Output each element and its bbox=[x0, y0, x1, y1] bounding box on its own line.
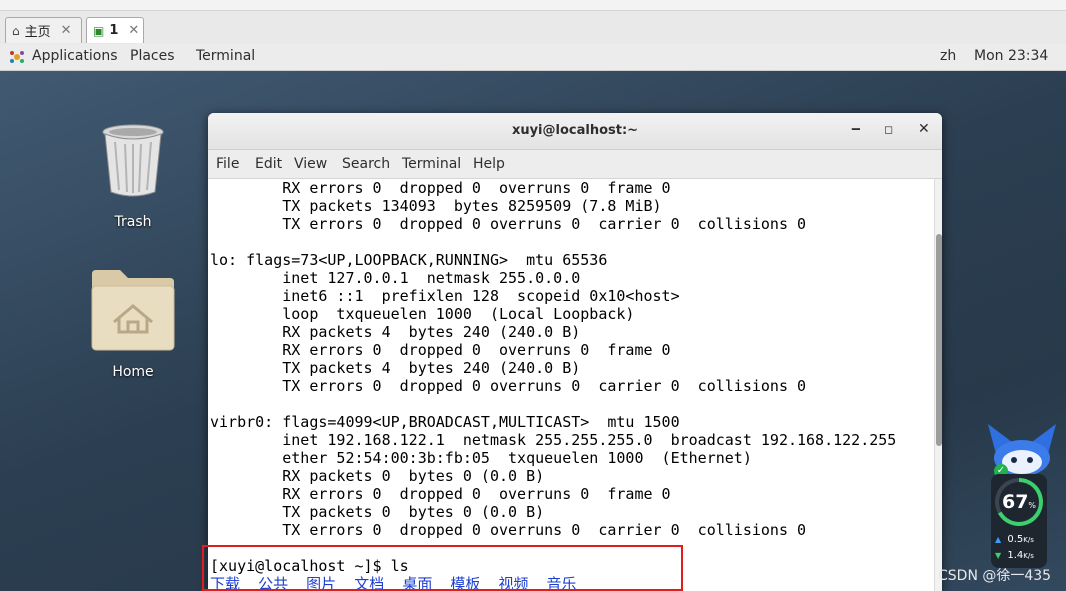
system-monitor-widget[interactable]: ✓ 67% ▲ 0.5K/s ▼ 1.4K/s bbox=[982, 420, 1062, 570]
arrow-down-icon: ▼ bbox=[995, 551, 1002, 560]
scrollbar-thumb[interactable] bbox=[936, 234, 942, 446]
terminal-menubar: File Edit View Search Terminal Help bbox=[208, 150, 942, 179]
menu-file[interactable]: File bbox=[216, 156, 239, 172]
gnome-top-bar: Applications Places Terminal zh Mon 23:3… bbox=[0, 44, 1066, 71]
maximize-button[interactable]: ◻ bbox=[884, 123, 893, 136]
home-folder-icon bbox=[91, 270, 175, 351]
annotation-highlight-box bbox=[202, 545, 683, 591]
vm-tab-home[interactable]: ⌂ 主页 ✕ bbox=[5, 17, 82, 43]
desktop-icon-trash[interactable]: Trash bbox=[93, 122, 173, 230]
upload-speed: ▲ 0.5K/s bbox=[995, 534, 1034, 545]
input-language-indicator[interactable]: zh bbox=[940, 48, 956, 64]
close-button[interactable]: ✕ bbox=[918, 121, 930, 137]
terminal-window: xuyi@localhost:~ ‒ ◻ ✕ File Edit View Se… bbox=[208, 113, 942, 591]
vm-tab-label: 主页 bbox=[24, 25, 51, 40]
download-speed: ▼ 1.4K/s bbox=[995, 550, 1034, 561]
window-titlebar[interactable]: xuyi@localhost:~ ‒ ◻ ✕ bbox=[208, 113, 942, 150]
close-icon[interactable]: ✕ bbox=[61, 23, 72, 38]
vm-tab-1[interactable]: ▣ 1 ✕ bbox=[86, 17, 144, 43]
window-title: xuyi@localhost:~ bbox=[511, 123, 639, 138]
places-menu[interactable]: Places bbox=[130, 48, 175, 64]
cpu-ring: 67% bbox=[995, 478, 1043, 526]
applications-menu[interactable]: Applications bbox=[32, 48, 118, 64]
usage-percent: 67 bbox=[1001, 491, 1029, 513]
terminal-scrollbar[interactable] bbox=[934, 179, 942, 591]
usage-percent-unit: % bbox=[1028, 501, 1037, 510]
menu-help[interactable]: Help bbox=[473, 156, 505, 172]
terminal-app-menu[interactable]: Terminal bbox=[196, 48, 255, 64]
vm-toolbar-edge bbox=[0, 0, 1066, 11]
terminal-lines: RX errors 0 dropped 0 overruns 0 frame 0… bbox=[210, 179, 897, 539]
menu-search[interactable]: Search bbox=[342, 156, 390, 172]
desktop-icon-label: Home bbox=[112, 364, 154, 380]
vm-tab-strip: ⌂ 主页 ✕ ▣ 1 ✕ bbox=[0, 0, 1066, 45]
desktop-icon-label: Trash bbox=[114, 214, 152, 230]
menu-terminal[interactable]: Terminal bbox=[402, 156, 461, 172]
menu-view[interactable]: View bbox=[294, 156, 327, 172]
minimize-button[interactable]: ‒ bbox=[851, 121, 861, 137]
vm-tab-label: 1 bbox=[109, 23, 119, 38]
stats-panel: 67% ▲ 0.5K/s ▼ 1.4K/s bbox=[991, 474, 1047, 568]
close-icon[interactable]: ✕ bbox=[128, 23, 139, 38]
desktop-icon-home[interactable]: Home bbox=[90, 268, 176, 380]
menu-edit[interactable]: Edit bbox=[255, 156, 282, 172]
watermark: CSDN @徐一435 bbox=[938, 568, 1052, 584]
arrow-up-icon: ▲ bbox=[995, 535, 1002, 544]
terminal-output[interactable]: RX errors 0 dropped 0 overruns 0 frame 0… bbox=[208, 179, 934, 591]
clock[interactable]: Mon 23:34 bbox=[974, 48, 1048, 64]
vm-console-icon: ▣ bbox=[93, 23, 105, 38]
trash-icon bbox=[102, 124, 164, 197]
home-icon: ⌂ bbox=[12, 23, 20, 38]
applications-icon bbox=[9, 49, 25, 69]
